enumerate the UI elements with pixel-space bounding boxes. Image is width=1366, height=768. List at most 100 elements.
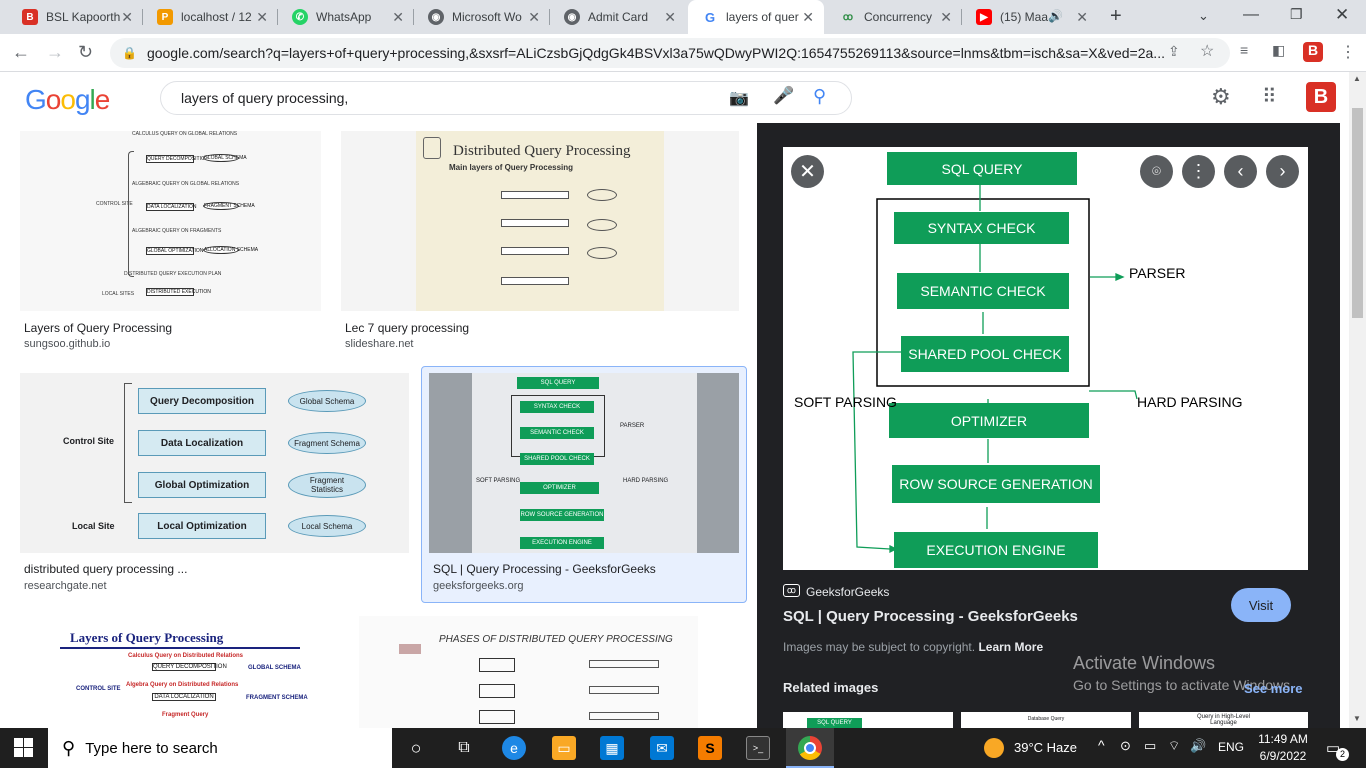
task-view-icon[interactable]: ⧉ [452, 736, 476, 760]
search-icon[interactable]: ⚲ [813, 86, 826, 107]
profile-avatar[interactable]: B [1303, 42, 1323, 62]
search-input[interactable]: layers of query processing, 📷 🎤 ⚲ [160, 81, 852, 115]
tab-whatsapp[interactable]: ✆ WhatsApp ✕ [278, 0, 414, 34]
visit-button[interactable]: Visit [1231, 588, 1291, 622]
battery-icon[interactable]: ▭ [1144, 738, 1156, 754]
thumb-title: PHASES OF DISTRIBUTED QUERY PROCESSING [439, 634, 673, 645]
lens-search-icon[interactable]: ⌾ [1140, 155, 1173, 188]
language-indicator[interactable]: ENG [1218, 740, 1244, 754]
new-tab-button[interactable]: + [1110, 5, 1122, 28]
result-source[interactable]: geeksforgeeks.org [433, 580, 524, 592]
close-icon[interactable]: ✕ [802, 9, 814, 26]
microphone-icon[interactable]: 🎤 [773, 86, 794, 106]
weather-text[interactable]: 39°C Haze [1014, 740, 1077, 755]
menu-icon[interactable]: ⋮ [1340, 42, 1356, 62]
scrollbar-thumb[interactable] [1352, 108, 1363, 318]
notification-badge: 2 [1336, 748, 1349, 761]
address-bar[interactable]: 🔒 google.com/search?q=layers+of+query+pr… [110, 38, 1230, 68]
reading-list-icon[interactable]: ≡ [1240, 42, 1248, 58]
tab-bsl[interactable]: B BSL Kapoorth ✕ [8, 0, 143, 34]
next-icon[interactable]: › [1266, 155, 1299, 188]
related-thumb-1[interactable]: SQL QUERY [783, 712, 953, 728]
thumb-ellipse: FRAGMENT SCHEMA [203, 202, 255, 210]
tab-favicon-icon: B [22, 9, 38, 25]
tab-youtube[interactable]: ▶ (15) Maa 🔊 ✕ [962, 0, 1098, 34]
result-thumbnail-4[interactable]: SQL QUERY SYNTAX CHECK SEMANTIC CHECK SH… [429, 373, 739, 553]
close-icon[interactable]: ✕ [528, 9, 540, 26]
sublime-text-icon[interactable]: S [698, 736, 722, 760]
close-icon[interactable]: ✕ [940, 9, 952, 26]
page-scrollbar[interactable]: ▲ ▼ [1349, 72, 1366, 728]
windows-start-icon[interactable] [14, 738, 34, 758]
related-thumb-3[interactable]: Query in High-Level Language [1139, 712, 1308, 728]
tab-microsoft[interactable]: ◉ Microsoft Wo ✕ [414, 0, 550, 34]
edge-icon[interactable]: e [502, 736, 526, 760]
preview-image[interactable]: SQL QUERY SYNTAX CHECK SEMANTIC CHECK SH… [783, 147, 1308, 570]
result-thumbnail-1[interactable]: CALCULUS QUERY ON GLOBAL RELATIONS QUERY… [20, 131, 321, 311]
result-thumbnail-6[interactable]: PHASES OF DISTRIBUTED QUERY PROCESSING [359, 616, 698, 728]
store-icon[interactable]: ▦ [600, 736, 624, 760]
camera-icon[interactable]: 📷 [729, 88, 749, 108]
wifi-icon[interactable]: ⌔ [1168, 738, 1180, 754]
clock-time[interactable]: 11:49 AM [1255, 732, 1311, 746]
result-title[interactable]: Lec 7 query processing [345, 321, 469, 335]
result-source[interactable]: slideshare.net [345, 338, 414, 350]
thumb-box: DISTRIBUTED EXECUTION [146, 288, 211, 296]
cortana-icon[interactable]: ○ [404, 736, 428, 760]
close-icon[interactable]: ✕ [392, 9, 404, 26]
settings-gear-icon[interactable]: ⚙ [1211, 84, 1231, 110]
volume-icon[interactable]: 🔊 [1190, 738, 1206, 754]
preview-site-name[interactable]: GeeksforGeeks [806, 585, 889, 599]
tray-overflow-icon[interactable]: ^ [1098, 737, 1105, 753]
close-icon[interactable]: ✕ [664, 9, 676, 26]
reload-icon[interactable]: ↻ [78, 42, 93, 63]
result-thumbnail-5[interactable]: Layers of Query Processing Calculus Quer… [20, 616, 339, 728]
scroll-down-icon[interactable]: ▼ [1353, 714, 1361, 723]
tab-search-icon[interactable]: ⌄ [1198, 8, 1209, 24]
tab-localhost[interactable]: Plocalhost / 12 ✕ [143, 0, 278, 34]
result-title[interactable]: SQL | Query Processing - GeeksforGeeks [433, 562, 656, 576]
meet-now-icon[interactable]: ⊙ [1120, 738, 1131, 754]
close-preview-icon[interactable]: ✕ [791, 155, 824, 188]
forward-icon[interactable]: → [46, 42, 64, 63]
more-options-icon[interactable]: ⋮ [1182, 155, 1215, 188]
result-thumbnail-2[interactable]: Distributed Query Processing Main layers… [341, 131, 739, 311]
close-icon[interactable]: ✕ [121, 9, 133, 26]
see-more-link[interactable]: See more [1244, 681, 1303, 696]
tab-concurrency[interactable]: ꝏ Concurrency ✕ [826, 0, 962, 34]
related-thumb-2[interactable]: Database Query [961, 712, 1131, 728]
tab-admit-card[interactable]: ◉ Admit Card ✕ [550, 0, 686, 34]
side-panel-icon[interactable]: ◧ [1272, 42, 1285, 59]
result-title[interactable]: distributed query processing ... [24, 562, 187, 576]
thumb-box: EXECUTION ENGINE [520, 537, 604, 549]
clock-date[interactable]: 6/9/2022 [1255, 749, 1311, 763]
tab-layers-of-query[interactable]: Glayers of quer ✕ [688, 0, 824, 34]
close-icon[interactable]: ✕ [1076, 9, 1088, 26]
share-icon[interactable]: ⇪ [1168, 43, 1180, 60]
account-avatar[interactable]: B [1306, 82, 1336, 112]
site-favicon-icon: ꝏ [783, 584, 800, 597]
previous-icon[interactable]: ‹ [1224, 155, 1257, 188]
taskbar-search-box[interactable]: ⚲ Type here to search [48, 728, 392, 768]
apps-grid-icon[interactable]: ⠿ [1262, 84, 1277, 109]
result-source[interactable]: sungsoo.github.io [24, 338, 110, 350]
back-icon[interactable]: ← [12, 42, 30, 63]
preview-title[interactable]: SQL | Query Processing - GeeksforGeeks [783, 608, 1078, 625]
mail-icon[interactable]: ✉ [650, 736, 674, 760]
result-source[interactable]: researchgate.net [24, 580, 107, 592]
image-preview-panel: SQL QUERY SYNTAX CHECK SEMANTIC CHECK SH… [757, 123, 1340, 728]
audio-playing-icon[interactable]: 🔊 [1048, 9, 1063, 23]
window-close-button[interactable]: ✕ [1335, 5, 1349, 25]
minimize-button[interactable]: — [1243, 6, 1259, 24]
maximize-button[interactable]: ❐ [1290, 6, 1303, 23]
google-logo[interactable]: Google [25, 84, 110, 116]
close-icon[interactable]: ✕ [256, 9, 268, 26]
result-thumbnail-3[interactable]: Query Decomposition Data Localization Gl… [20, 373, 409, 553]
result-title[interactable]: Layers of Query Processing [24, 321, 172, 335]
chrome-taskbar-button[interactable] [786, 728, 834, 768]
file-explorer-icon[interactable]: ▭ [552, 736, 576, 760]
scroll-up-icon[interactable]: ▲ [1353, 74, 1361, 83]
bookmark-star-icon[interactable]: ☆ [1200, 41, 1214, 61]
learn-more-link[interactable]: Learn More [978, 640, 1043, 654]
terminal-icon[interactable]: >_ [746, 736, 770, 760]
